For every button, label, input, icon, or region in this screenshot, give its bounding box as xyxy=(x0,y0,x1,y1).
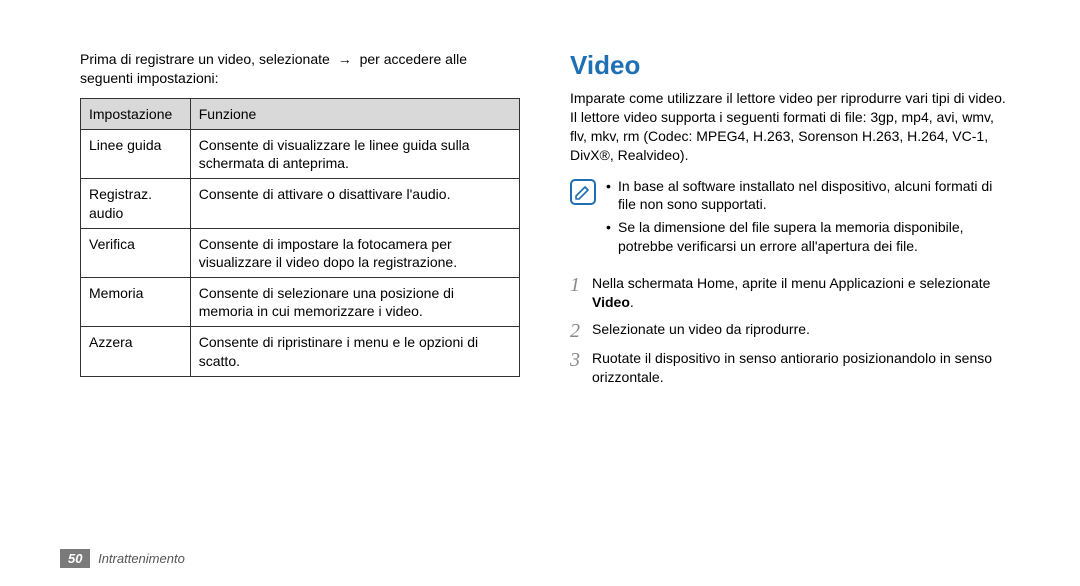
cell-setting: Linee guida xyxy=(81,129,191,178)
note-icon xyxy=(570,179,596,205)
step-post: . xyxy=(630,294,634,310)
section-label: Intrattenimento xyxy=(98,551,185,566)
cell-setting: Azzera xyxy=(81,327,191,376)
step-number: 1 xyxy=(570,274,592,295)
intro-paragraph: Imparate come utilizzare il lettore vide… xyxy=(570,89,1010,165)
cell-function: Consente di impostare la fotocamera per … xyxy=(190,228,519,277)
arrow-icon: → xyxy=(334,50,356,69)
table-row: Memoria Consente di selezionare una posi… xyxy=(81,278,520,327)
note-block: In base al software installato nel dispo… xyxy=(570,177,1010,261)
step-item: 2 Selezionate un video da riprodurre. xyxy=(570,320,1010,341)
step-number: 3 xyxy=(570,349,592,370)
settings-table: Impostazione Funzione Linee guida Consen… xyxy=(80,98,520,377)
cell-setting: Memoria xyxy=(81,278,191,327)
table-row: Linee guida Consente di visualizzare le … xyxy=(81,129,520,178)
steps-list: 1 Nella schermata Home, aprite il menu A… xyxy=(570,274,1010,387)
step-text: Nella schermata Home, aprite il menu App… xyxy=(592,274,1010,312)
page-footer: 50 Intrattenimento xyxy=(60,551,185,566)
intro-text: Prima di registrare un video, selezionat… xyxy=(80,50,520,88)
intro-pre: Prima di registrare un video, selezionat… xyxy=(80,51,330,67)
page: Prima di registrare un video, selezionat… xyxy=(0,0,1080,586)
table-row: Verifica Consente di impostare la fotoca… xyxy=(81,228,520,277)
cell-setting: Registraz. audio xyxy=(81,179,191,228)
table-header-row: Impostazione Funzione xyxy=(81,98,520,129)
step-pre: Nella schermata Home, aprite il menu App… xyxy=(592,275,990,291)
cell-setting: Verifica xyxy=(81,228,191,277)
left-column: Prima di registrare un video, selezionat… xyxy=(60,50,550,586)
section-heading: Video xyxy=(570,50,1010,81)
step-text: Ruotate il dispositivo in senso antiorar… xyxy=(592,349,1010,387)
step-number: 2 xyxy=(570,320,592,341)
cell-function: Consente di ripristinare i menu e le opz… xyxy=(190,327,519,376)
note-item: In base al software installato nel dispo… xyxy=(606,177,1010,215)
step-item: 1 Nella schermata Home, aprite il menu A… xyxy=(570,274,1010,312)
step-pre: Ruotate il dispositivo in senso antiorar… xyxy=(592,350,992,385)
note-list: In base al software installato nel dispo… xyxy=(606,177,1010,261)
header-setting: Impostazione xyxy=(81,98,191,129)
step-pre: Selezionate un video da riprodurre. xyxy=(592,321,810,337)
cell-function: Consente di attivare o disattivare l'aud… xyxy=(190,179,519,228)
note-item: Se la dimensione del file supera la memo… xyxy=(606,218,1010,256)
step-item: 3 Ruotate il dispositivo in senso antior… xyxy=(570,349,1010,387)
step-bold: Video xyxy=(592,294,630,310)
table-row: Registraz. audio Consente di attivare o … xyxy=(81,179,520,228)
cell-function: Consente di visualizzare le linee guida … xyxy=(190,129,519,178)
header-function: Funzione xyxy=(190,98,519,129)
page-number: 50 xyxy=(60,549,90,568)
cell-function: Consente di selezionare una posizione di… xyxy=(190,278,519,327)
step-text: Selezionate un video da riprodurre. xyxy=(592,320,1010,339)
right-column: Video Imparate come utilizzare il lettor… xyxy=(550,50,1030,586)
table-row: Azzera Consente di ripristinare i menu e… xyxy=(81,327,520,376)
